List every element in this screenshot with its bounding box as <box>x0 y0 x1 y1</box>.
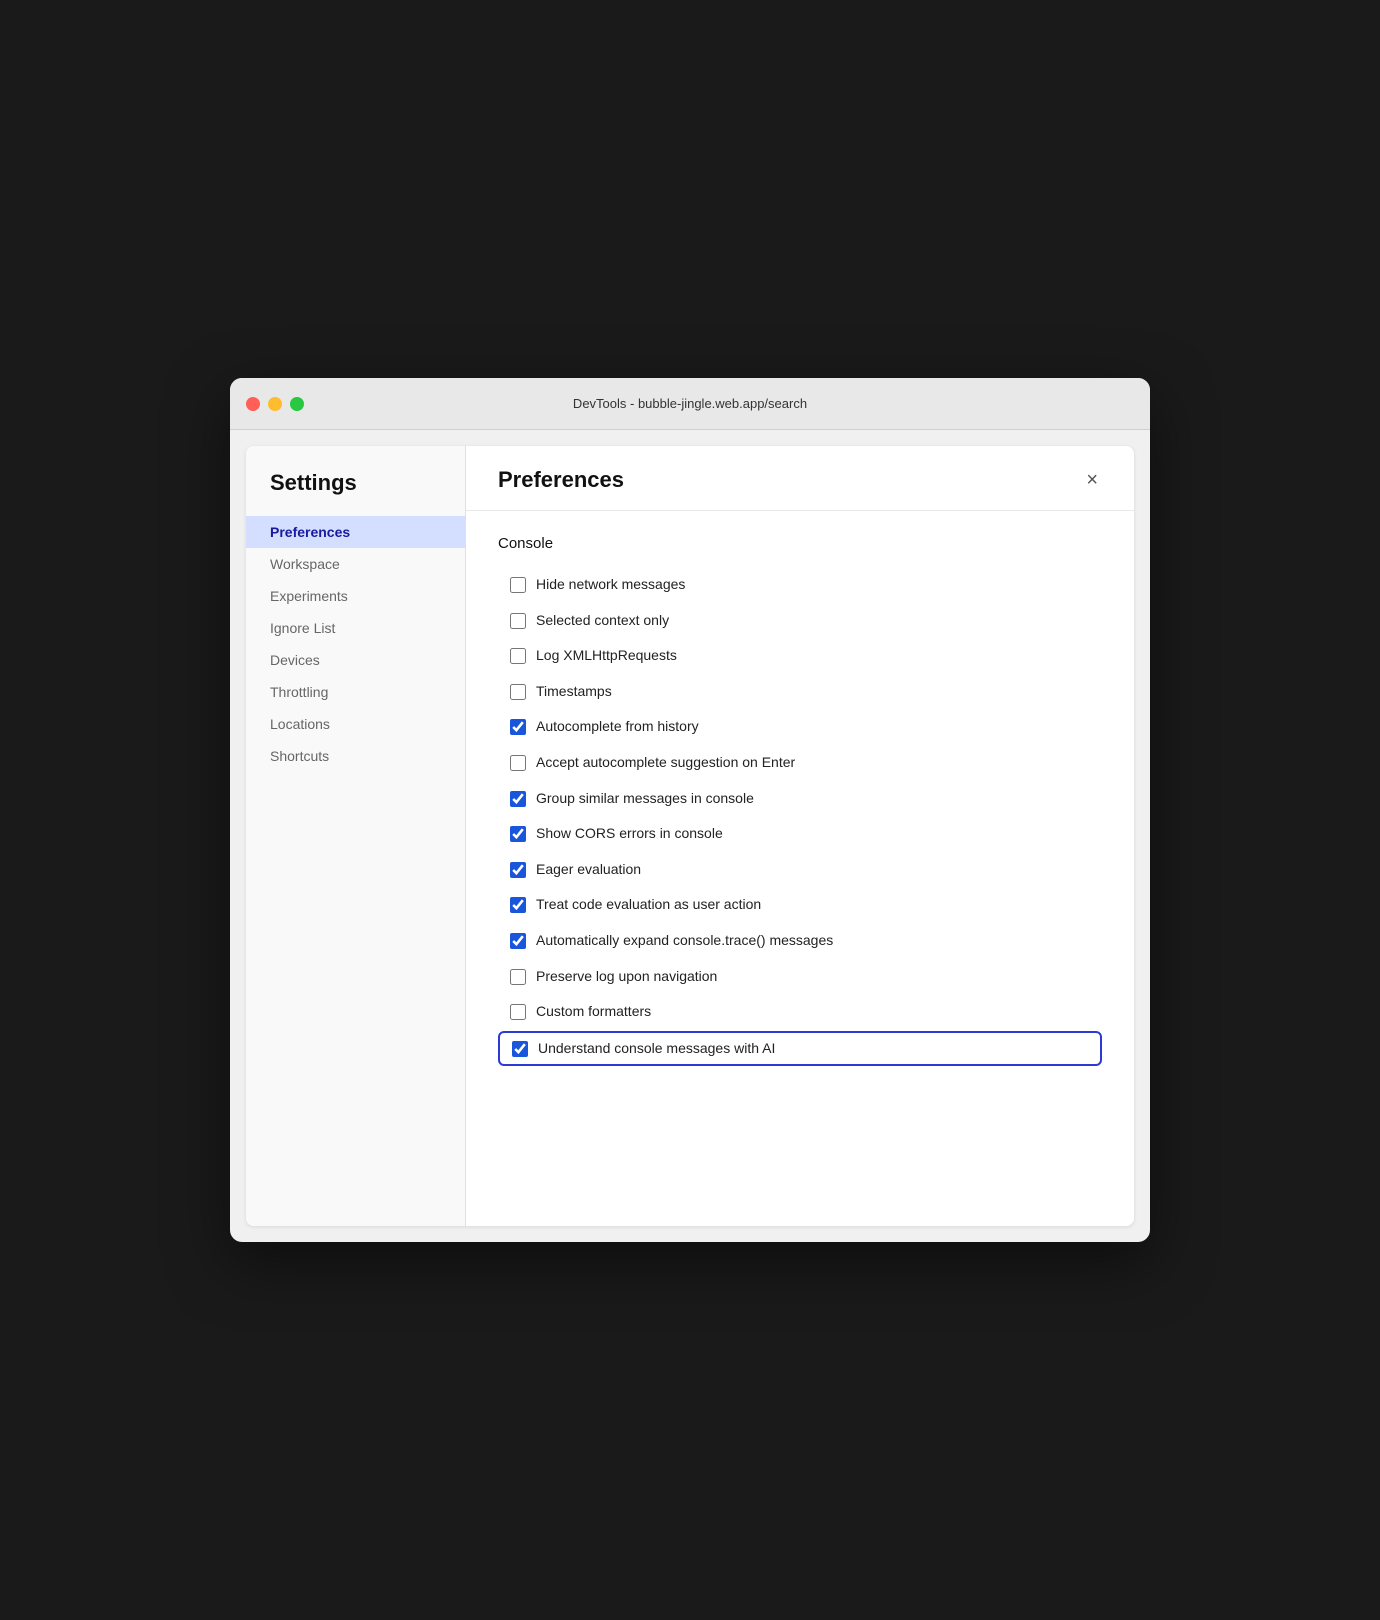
checkbox-hide-network-label: Hide network messages <box>536 575 685 595</box>
checkbox-auto-expand-label: Automatically expand console.trace() mes… <box>536 931 833 951</box>
checkbox-preserve-log-label: Preserve log upon navigation <box>536 967 717 987</box>
checkbox-group-similar-label: Group similar messages in console <box>536 789 754 809</box>
checkbox-accept-autocomplete-label: Accept autocomplete suggestion on Enter <box>536 753 795 773</box>
sidebar-item-experiments[interactable]: Experiments <box>246 580 465 612</box>
checkbox-log-xhr-label: Log XMLHttpRequests <box>536 646 677 666</box>
checkbox-custom-formatters-label: Custom formatters <box>536 1002 651 1022</box>
maximize-traffic-light[interactable] <box>290 397 304 411</box>
checkbox-accept-autocomplete-input[interactable] <box>510 755 526 771</box>
checkbox-preserve-log-input[interactable] <box>510 969 526 985</box>
preferences-scroll-area[interactable]: Console Hide network messages Selected c… <box>466 511 1134 1226</box>
devtools-window: DevTools - bubble-jingle.web.app/search … <box>230 378 1150 1242</box>
sidebar: Settings Preferences Workspace Experimen… <box>246 446 466 1226</box>
checkbox-treat-code[interactable]: Treat code evaluation as user action <box>498 888 1102 922</box>
sidebar-item-shortcuts[interactable]: Shortcuts <box>246 740 465 772</box>
checkbox-treat-code-input[interactable] <box>510 897 526 913</box>
checkbox-show-cors-input[interactable] <box>510 826 526 842</box>
checkbox-selected-context-label: Selected context only <box>536 611 669 631</box>
traffic-lights <box>246 397 304 411</box>
checkbox-group-similar-input[interactable] <box>510 791 526 807</box>
checkbox-timestamps-label: Timestamps <box>536 682 612 702</box>
console-checkbox-list: Hide network messages Selected context o… <box>498 568 1102 1066</box>
checkbox-accept-autocomplete[interactable]: Accept autocomplete suggestion on Enter <box>498 746 1102 780</box>
main-header: Preferences × <box>466 446 1134 511</box>
window-title: DevTools - bubble-jingle.web.app/search <box>573 396 807 411</box>
checkbox-autocomplete-history-input[interactable] <box>510 719 526 735</box>
console-section-title: Console <box>498 535 1102 552</box>
main-content: Preferences × Console Hide network messa… <box>466 446 1134 1226</box>
checkbox-hide-network-input[interactable] <box>510 577 526 593</box>
sidebar-item-preferences[interactable]: Preferences <box>246 516 465 548</box>
checkbox-log-xhr-input[interactable] <box>510 648 526 664</box>
titlebar: DevTools - bubble-jingle.web.app/search <box>230 378 1150 430</box>
minimize-traffic-light[interactable] <box>268 397 282 411</box>
checkbox-eager-eval-input[interactable] <box>510 862 526 878</box>
settings-panel: Settings Preferences Workspace Experimen… <box>246 446 1134 1226</box>
checkbox-show-cors[interactable]: Show CORS errors in console <box>498 817 1102 851</box>
checkbox-log-xhr[interactable]: Log XMLHttpRequests <box>498 639 1102 673</box>
checkbox-autocomplete-history[interactable]: Autocomplete from history <box>498 710 1102 744</box>
checkbox-auto-expand[interactable]: Automatically expand console.trace() mes… <box>498 924 1102 958</box>
checkbox-autocomplete-history-label: Autocomplete from history <box>536 717 699 737</box>
page-title: Preferences <box>498 467 624 493</box>
sidebar-item-workspace[interactable]: Workspace <box>246 548 465 580</box>
sidebar-item-devices[interactable]: Devices <box>246 644 465 676</box>
checkbox-group-similar[interactable]: Group similar messages in console <box>498 782 1102 816</box>
checkbox-timestamps[interactable]: Timestamps <box>498 675 1102 709</box>
sidebar-item-locations[interactable]: Locations <box>246 708 465 740</box>
close-traffic-light[interactable] <box>246 397 260 411</box>
checkbox-eager-eval-label: Eager evaluation <box>536 860 641 880</box>
checkbox-selected-context[interactable]: Selected context only <box>498 604 1102 638</box>
checkbox-timestamps-input[interactable] <box>510 684 526 700</box>
close-button[interactable]: × <box>1082 466 1102 494</box>
sidebar-item-throttling[interactable]: Throttling <box>246 676 465 708</box>
checkbox-hide-network[interactable]: Hide network messages <box>498 568 1102 602</box>
sidebar-item-ignore-list[interactable]: Ignore List <box>246 612 465 644</box>
checkbox-custom-formatters[interactable]: Custom formatters <box>498 995 1102 1029</box>
checkbox-eager-eval[interactable]: Eager evaluation <box>498 853 1102 887</box>
checkbox-preserve-log[interactable]: Preserve log upon navigation <box>498 960 1102 994</box>
checkbox-treat-code-label: Treat code evaluation as user action <box>536 895 761 915</box>
checkbox-custom-formatters-input[interactable] <box>510 1004 526 1020</box>
checkbox-understand-console-input[interactable] <box>512 1041 528 1057</box>
checkbox-auto-expand-input[interactable] <box>510 933 526 949</box>
checkbox-selected-context-input[interactable] <box>510 613 526 629</box>
checkbox-show-cors-label: Show CORS errors in console <box>536 824 723 844</box>
checkbox-understand-console-label: Understand console messages with AI <box>538 1039 775 1059</box>
settings-heading: Settings <box>246 470 465 516</box>
checkbox-understand-console[interactable]: Understand console messages with AI <box>498 1031 1102 1067</box>
